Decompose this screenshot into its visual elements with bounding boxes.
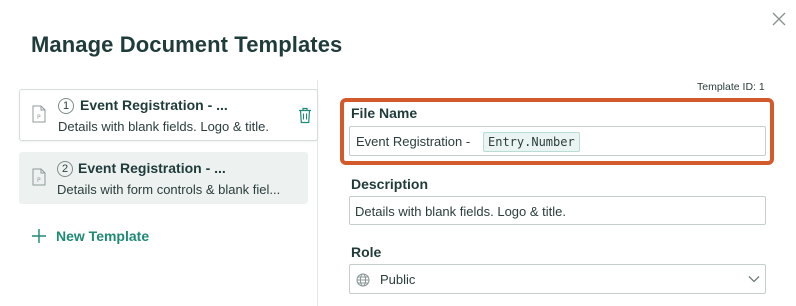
template-name: Event Registration - ...: [78, 160, 226, 176]
svg-text:P: P: [37, 177, 41, 184]
chevron-down-icon: [748, 276, 760, 283]
template-list-item[interactable]: P 2 Event Registration - ... Details wit…: [19, 152, 308, 204]
role-select[interactable]: Public: [349, 264, 766, 294]
template-number-badge: 2: [57, 161, 73, 177]
new-template-button[interactable]: New Template: [31, 228, 149, 244]
description-field[interactable]: Details with blank fields. Logo & title.: [349, 196, 766, 225]
document-icon: P: [32, 168, 46, 186]
new-template-label: New Template: [56, 228, 150, 244]
svg-text:P: P: [37, 114, 41, 121]
description-label: Description: [351, 176, 429, 192]
globe-icon: [356, 273, 370, 287]
template-description: Details with form controls & blank fiel.…: [57, 182, 281, 197]
template-list-item[interactable]: P 1 Event Registration - ... Details wit…: [19, 89, 318, 141]
trash-icon[interactable]: [297, 107, 313, 124]
template-description: Details with blank fields. Logo & title.: [58, 119, 269, 134]
file-name-token[interactable]: Entry.Number: [483, 132, 580, 152]
template-id: Template ID: 1: [697, 81, 765, 93]
dialog-title: Manage Document Templates: [31, 32, 343, 57]
close-icon[interactable]: [770, 10, 788, 28]
file-name-field[interactable]: Event Registration - Entry.Number: [349, 126, 766, 156]
plus-icon: [32, 229, 46, 243]
document-icon: P: [32, 105, 46, 123]
role-value: Public: [380, 272, 416, 287]
role-label: Role: [351, 244, 382, 260]
template-number-badge: 1: [58, 98, 74, 114]
file-name-label: File Name: [351, 105, 418, 121]
file-name-text: Event Registration -: [356, 134, 471, 149]
template-name: Event Registration - ...: [80, 97, 228, 113]
